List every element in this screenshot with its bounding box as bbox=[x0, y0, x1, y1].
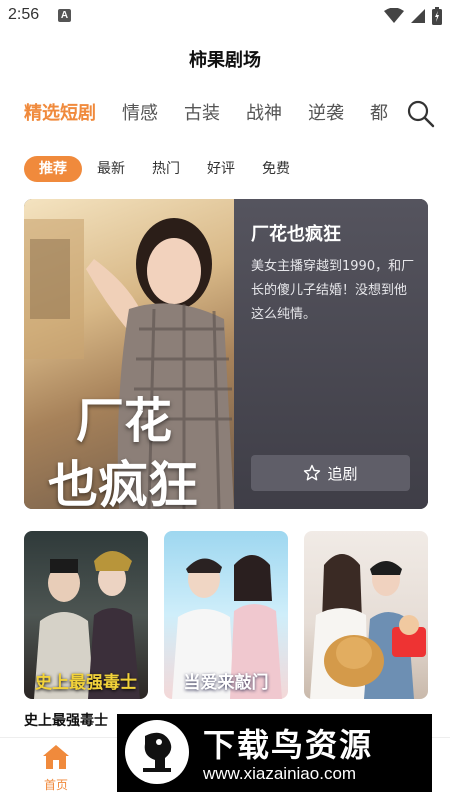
watermark-text: 下载鸟资源 bbox=[203, 726, 374, 764]
drama-card-1-title[interactable]: 史上最强毒士 bbox=[24, 710, 108, 730]
status-icons bbox=[384, 6, 442, 26]
signal-icon bbox=[411, 9, 425, 23]
search-button[interactable] bbox=[406, 99, 436, 129]
drama-grid: 史上最强毒士 当爱来敲门 bbox=[24, 531, 428, 701]
poster-illustration bbox=[310, 554, 426, 699]
app-title: 柿果剧场 bbox=[189, 50, 261, 71]
category-tabs: 精选短剧 情感 古装 战神 逆袭都 bbox=[24, 100, 394, 130]
tab-urban[interactable]: 都 bbox=[370, 100, 388, 128]
featured-title: 厂花也疯狂 bbox=[251, 224, 341, 245]
notification-badge: A bbox=[58, 9, 71, 22]
tab-war-god[interactable]: 战神 bbox=[246, 100, 282, 128]
follow-label: 追剧 bbox=[327, 464, 358, 483]
poster-title-line1: 厂花 bbox=[76, 393, 173, 449]
search-icon bbox=[407, 100, 435, 128]
bird-logo-icon bbox=[143, 732, 172, 772]
tab-emotion[interactable]: 情感 bbox=[122, 100, 158, 128]
drama-card-1[interactable]: 史上最强毒士 bbox=[24, 531, 148, 699]
tab-costume[interactable]: 古装 bbox=[184, 100, 220, 128]
follow-drama-button[interactable]: 追剧 bbox=[251, 455, 410, 491]
featured-poster[interactable]: 厂花 也疯狂 bbox=[24, 199, 234, 509]
status-time: 2:56 bbox=[8, 6, 40, 23]
battery-icon bbox=[432, 7, 442, 25]
star-icon bbox=[304, 464, 321, 481]
featured-description: 美女主播穿越到1990，和厂长的傻儿子结婚！没想到他这么纯情。 bbox=[251, 259, 415, 322]
featured-card[interactable]: 厂花 也疯狂 厂花也疯狂 美女主播穿越到1990，和厂长的傻儿子结婚！没想到他这… bbox=[24, 199, 428, 509]
chip-top-rated[interactable]: 好评 bbox=[207, 156, 235, 182]
drama-card-2-poster-text: 当爱来敲门 bbox=[183, 673, 269, 693]
nav-home[interactable]: 首页 bbox=[30, 744, 82, 793]
featured-info: 厂花也疯狂 美女主播穿越到1990，和厂长的傻儿子结婚！没想到他这么纯情。 追剧 bbox=[234, 199, 428, 509]
chip-recommended[interactable]: 推荐 bbox=[24, 156, 82, 182]
wifi-icon bbox=[384, 8, 404, 23]
chip-free[interactable]: 免费 bbox=[262, 156, 290, 182]
status-bar: 2:56 A bbox=[0, 0, 450, 32]
chip-popular[interactable]: 热门 bbox=[152, 156, 180, 182]
drama-card-1-poster-text: 史上最强毒士 bbox=[35, 673, 137, 693]
chip-latest[interactable]: 最新 bbox=[97, 156, 125, 182]
tab-counterattack[interactable]: 逆袭 bbox=[308, 100, 344, 128]
poster-title-line2: 也疯狂 bbox=[48, 455, 198, 509]
watermark-logo bbox=[125, 720, 189, 784]
watermark-url: www.xiazainiao.com bbox=[203, 764, 357, 783]
drama-card-2[interactable]: 当爱来敲门 bbox=[164, 531, 288, 699]
filter-chips: 推荐 最新 热门 好评 免费 bbox=[24, 156, 317, 182]
tab-featured-short-drama[interactable]: 精选短剧 bbox=[24, 100, 96, 128]
home-icon bbox=[43, 745, 69, 769]
drama-card-3[interactable] bbox=[304, 531, 428, 699]
watermark: 下载鸟资源 www.xiazainiao.com bbox=[117, 714, 432, 792]
nav-home-label: 首页 bbox=[43, 778, 68, 792]
